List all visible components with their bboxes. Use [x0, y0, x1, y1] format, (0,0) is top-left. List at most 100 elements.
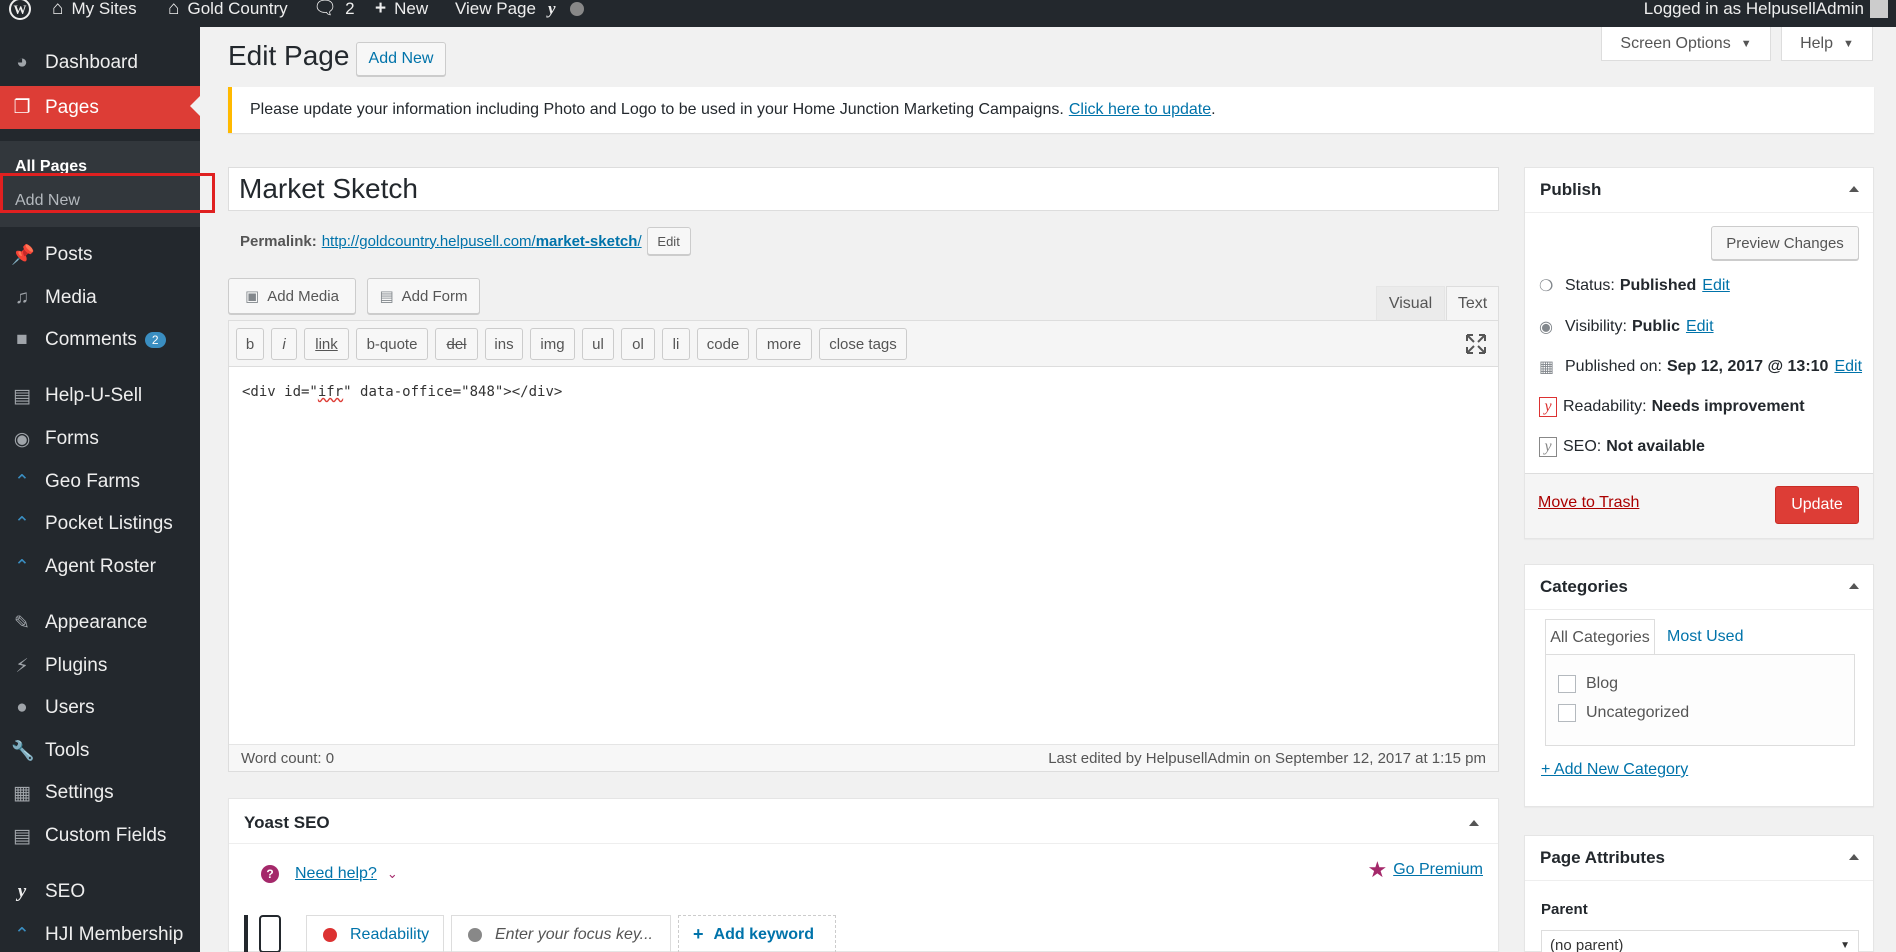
screen-options-button[interactable]: Screen Options ▼ — [1601, 27, 1771, 61]
category-blog[interactable]: Blog — [1558, 675, 1618, 693]
checkbox[interactable] — [1558, 675, 1576, 693]
comment-bubble-icon: 🗨 — [313, 0, 338, 19]
admin-bar: W ⌂ My Sites ⌂ Gold Country 🗨 2 + New Vi… — [0, 0, 1896, 27]
sidebar-item-hji-membership[interactable]: ⌃ HJI Membership — [0, 915, 200, 952]
quicktag-bold-button[interactable]: b — [236, 328, 264, 360]
edit-visibility-link[interactable]: Edit — [1686, 318, 1714, 336]
parent-select[interactable]: (no parent) ▼ — [1541, 930, 1859, 952]
sidebar-item-posts[interactable]: 📌 Posts — [0, 235, 200, 275]
parent-label: Parent — [1541, 901, 1588, 918]
comments-menu[interactable]: 🗨 2 — [313, 0, 355, 27]
status-dot-icon — [569, 2, 584, 16]
sidebar-item-pages[interactable]: ❐ Pages — [0, 86, 200, 129]
form-icon: ▤ — [379, 288, 394, 305]
tab-focus-keyword[interactable]: Enter your focus key... — [451, 915, 671, 952]
add-media-button[interactable]: ▣ Add Media — [228, 278, 356, 314]
page-attributes-metabox: Page Attributes Parent (no parent) ▼ — [1524, 835, 1874, 952]
plugin-icon: ⚡ — [15, 655, 29, 677]
sidebar-item-media[interactable]: ♫ Media — [0, 278, 200, 318]
update-button[interactable]: Update — [1775, 486, 1859, 524]
admin-sidebar: ◕ Dashboard ❐ Pages All Pages Add New 📌 … — [0, 27, 200, 952]
sidebar-item-comments[interactable]: ■ Comments 2 — [0, 320, 200, 360]
sidebar-item-seo[interactable]: y SEO — [0, 872, 200, 912]
word-count: Word count: 0 — [241, 749, 335, 767]
category-uncategorized[interactable]: Uncategorized — [1558, 704, 1689, 722]
sidebar-item-dashboard[interactable]: ◕ Dashboard — [0, 43, 200, 83]
sidebar-item-geo-farms[interactable]: ⌃ Geo Farms — [0, 462, 200, 502]
seo-row: y SEO: Not available — [1539, 437, 1705, 457]
collapse-caret-icon[interactable] — [1849, 186, 1859, 192]
sidebar-item-forms[interactable]: ◉ Forms — [0, 419, 200, 459]
visibility-row: ◉ Visibility: Public Edit — [1539, 318, 1714, 336]
editor-textarea[interactable]: <div id="ifr" data-office="848"></div> — [242, 384, 562, 400]
pin-icon: 📌 — [11, 245, 35, 266]
collapse-caret-icon[interactable] — [1849, 583, 1859, 589]
quicktag-bquote-button[interactable]: b-quote — [356, 328, 428, 360]
new-content-menu[interactable]: + New — [375, 0, 428, 27]
quicktag-img-button[interactable]: img — [530, 328, 575, 360]
sidebar-item-tools[interactable]: 🔧 Tools — [0, 731, 200, 771]
sidebar-item-pocket-listings[interactable]: ⌃ Pocket Listings — [0, 504, 200, 544]
tab-readability[interactable]: Readability — [306, 915, 444, 952]
sidebar-item-settings[interactable]: ▦ Settings — [0, 773, 200, 813]
help-button[interactable]: Help ▼ — [1781, 27, 1873, 61]
add-form-button[interactable]: ▤ Add Form — [367, 278, 480, 314]
collapse-caret-icon[interactable] — [1469, 820, 1479, 826]
wrench-icon: 🔧 — [11, 741, 35, 762]
sidebar-item-custom-fields[interactable]: ▤ Custom Fields — [0, 816, 200, 856]
permalink-link[interactable]: http://goldcountry.helpusell.com/market-… — [322, 233, 642, 250]
status-row: ❍ Status: Published Edit — [1539, 277, 1730, 295]
highlight-annotation-box — [0, 173, 215, 213]
home-icon: ⌂ — [168, 0, 180, 19]
quicktag-close-tags-button[interactable]: close tags — [819, 328, 907, 360]
collapse-caret-icon[interactable] — [1849, 854, 1859, 860]
preview-changes-button[interactable]: Preview Changes — [1711, 226, 1859, 260]
quicktag-ol-button[interactable]: ol — [621, 328, 655, 360]
publish-actions: Move to Trash Update — [1525, 473, 1873, 538]
add-new-category-link[interactable]: + Add New Category — [1541, 761, 1688, 779]
tab-all-categories[interactable]: All Categories — [1545, 619, 1655, 655]
page-title: Edit Page — [228, 40, 350, 71]
svg-text:W: W — [14, 2, 27, 17]
quicktag-code-button[interactable]: code — [697, 328, 749, 360]
yoast-menu[interactable]: y — [548, 0, 584, 27]
tab-most-used[interactable]: Most Used — [1667, 619, 1743, 655]
site-name-menu[interactable]: ⌂ Gold Country — [168, 0, 288, 27]
quicktag-del-button[interactable]: del — [435, 328, 478, 360]
add-new-page-button[interactable]: Add New — [356, 42, 446, 76]
settings-icon: ▦ — [13, 782, 31, 804]
quicktag-italic-button[interactable]: i — [271, 328, 297, 360]
checkbox[interactable] — [1558, 704, 1576, 722]
permalink-edit-button[interactable]: Edit — [646, 227, 691, 255]
quicktag-more-button[interactable]: more — [756, 328, 812, 360]
edit-status-link[interactable]: Edit — [1702, 277, 1730, 295]
view-page-link[interactable]: View Page — [455, 0, 536, 27]
sidebar-item-plugins[interactable]: ⚡ Plugins — [0, 646, 200, 686]
quicktag-link-button[interactable]: link — [304, 328, 349, 360]
wordpress-logo-icon[interactable]: W — [8, 0, 32, 27]
sidebar-item-help-u-sell[interactable]: ▤ Help-U-Sell — [0, 376, 200, 416]
yoast-tab-indicator — [244, 915, 248, 952]
add-keyword-button[interactable]: + Add keyword — [678, 915, 836, 952]
edit-date-link[interactable]: Edit — [1834, 358, 1862, 376]
account-menu[interactable]: Logged in as HelpusellAdmin — [1644, 0, 1888, 27]
sidebar-item-appearance[interactable]: ✎ Appearance — [0, 603, 200, 643]
click-here-to-update-link[interactable]: Click here to update — [1069, 101, 1211, 119]
quicktag-ins-button[interactable]: ins — [485, 328, 523, 360]
fields-icon: ▤ — [13, 825, 31, 847]
my-sites-menu[interactable]: ⌂ My Sites — [52, 0, 137, 27]
quicktag-li-button[interactable]: li — [662, 328, 690, 360]
sidebar-item-users[interactable]: ● Users — [0, 688, 200, 728]
quicktag-ul-button[interactable]: ul — [582, 328, 614, 360]
fullscreen-icon[interactable] — [1464, 332, 1488, 356]
tab-visual[interactable]: Visual — [1376, 286, 1445, 320]
tab-text[interactable]: Text — [1446, 286, 1499, 320]
need-help-toggle[interactable]: ? Need help? ⌄ — [261, 865, 398, 883]
publish-metabox: Publish Preview Changes ❍ Status: Publis… — [1524, 167, 1874, 539]
post-title-input[interactable]: Market Sketch — [228, 167, 1499, 211]
go-premium-link[interactable]: ★ Go Premium — [1367, 857, 1483, 883]
sidebar-item-agent-roster[interactable]: ⌃ Agent Roster — [0, 547, 200, 587]
house-icon: ⌃ — [14, 513, 30, 535]
star-icon: ★ — [1367, 857, 1388, 882]
move-to-trash-link[interactable]: Move to Trash — [1538, 494, 1639, 512]
